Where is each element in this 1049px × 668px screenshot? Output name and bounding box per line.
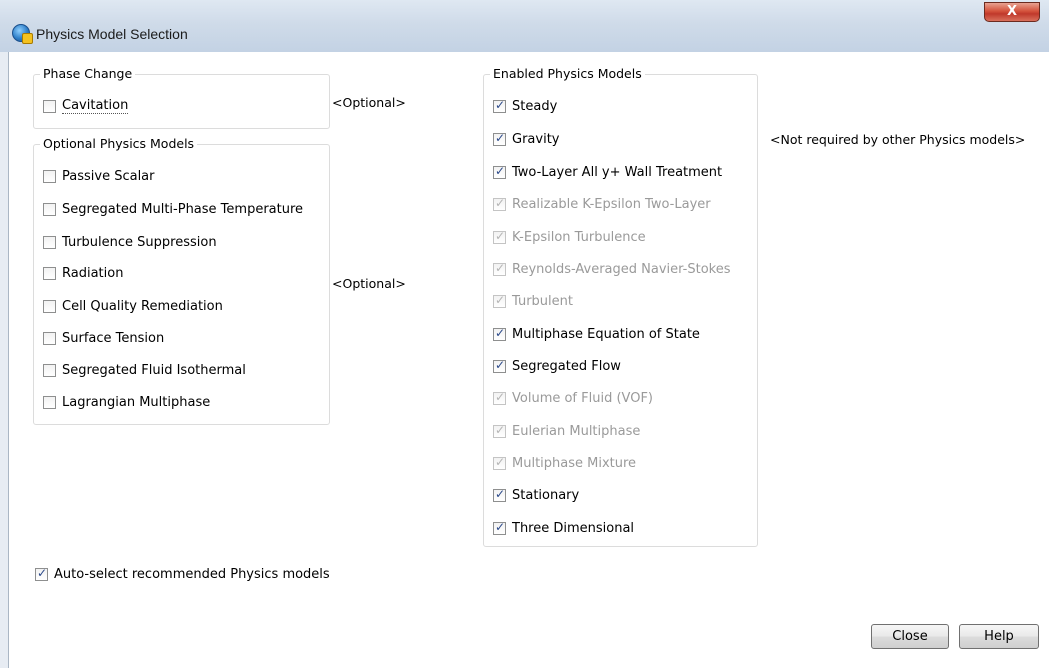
checkbox-k-epsilon-turbulence: K-Epsilon Turbulence <box>493 228 646 246</box>
checkbox-surface-tension[interactable]: Surface Tension <box>43 329 164 347</box>
checkbox-eulerian-multiphase: Eulerian Multiphase <box>493 422 640 440</box>
checkbox-label: Lagrangian Multiphase <box>62 394 211 410</box>
checkbox-box[interactable] <box>43 299 56 313</box>
checkbox-label: Realizable K-Epsilon Two-Layer <box>512 196 711 212</box>
checkbox-steady[interactable]: Steady <box>493 97 557 115</box>
checkbox-gravity[interactable]: Gravity <box>493 130 559 148</box>
checkbox-box[interactable] <box>43 235 56 249</box>
checkbox-segregated-fluid-isothermal[interactable]: Segregated Fluid Isothermal <box>43 361 246 379</box>
optional-models-note: <Optional> <box>332 276 406 291</box>
checkbox-box[interactable] <box>43 395 56 409</box>
phase-change-optional-note: <Optional> <box>332 95 406 110</box>
enabled-models-group: Enabled Physics Models Steady Gravity Tw… <box>483 67 758 547</box>
checkbox-box <box>493 293 506 308</box>
app-icon <box>12 24 33 44</box>
checkbox-label: Cavitation <box>62 98 129 114</box>
checkbox-stationary[interactable]: Stationary <box>493 486 579 504</box>
checkbox-auto-select[interactable]: Auto-select recommended Physics models <box>35 565 330 583</box>
help-button[interactable]: Help <box>959 624 1039 649</box>
window-title: Physics Model Selection <box>36 26 188 42</box>
checkbox-label: Turbulence Suppression <box>62 234 217 250</box>
checkbox-box[interactable] <box>493 164 506 179</box>
checkbox-box[interactable] <box>43 99 56 113</box>
checkbox-label: Radiation <box>62 265 124 281</box>
checkbox-multiphase-eos[interactable]: Multiphase Equation of State <box>493 325 700 343</box>
checkbox-label: Turbulent <box>512 293 573 309</box>
checkbox-label: Segregated Fluid Isothermal <box>62 362 246 378</box>
checkbox-multiphase-mixture: Multiphase Mixture <box>493 454 636 472</box>
checkbox-label: Three Dimensional <box>512 520 635 536</box>
title-bar[interactable]: Physics Model Selection X <box>0 0 1049 52</box>
phase-change-title: Phase Change <box>40 67 136 81</box>
checkbox-label: Reynolds-Averaged Navier-Stokes <box>512 261 731 277</box>
window-close-button[interactable]: X <box>984 2 1040 22</box>
checkbox-segregated-multiphase-temperature[interactable]: Segregated Multi-Phase Temperature <box>43 200 303 218</box>
checkbox-box[interactable] <box>43 331 56 345</box>
optional-models-group: Optional Physics Models Passive Scalar S… <box>33 137 330 425</box>
checkbox-box[interactable] <box>35 566 48 581</box>
checkbox-label: Segregated Flow <box>512 358 621 374</box>
gravity-note: <Not required by other Physics models> <box>770 132 1026 147</box>
checkbox-label: Two-Layer All y+ Wall Treatment <box>512 164 723 180</box>
checkbox-label: Steady <box>512 98 558 114</box>
checkbox-radiation[interactable]: Radiation <box>43 264 123 282</box>
checkbox-box <box>493 196 506 211</box>
checkbox-passive-scalar[interactable]: Passive Scalar <box>43 167 155 185</box>
checkbox-turbulent: Turbulent <box>493 292 573 310</box>
checkbox-label: Surface Tension <box>62 330 165 346</box>
checkbox-box <box>493 455 506 470</box>
phase-change-group: Phase Change Cavitation <box>33 67 330 129</box>
checkbox-box[interactable] <box>493 487 506 502</box>
close-button[interactable]: Close <box>871 624 949 649</box>
checkbox-two-layer-wall-treatment[interactable]: Two-Layer All y+ Wall Treatment <box>493 163 722 181</box>
checkbox-label: Auto-select recommended Physics models <box>54 566 330 582</box>
checkbox-vof: Volume of Fluid (VOF) <box>493 389 653 407</box>
checkbox-label: Passive Scalar <box>62 168 155 184</box>
checkbox-cell-quality-remediation[interactable]: Cell Quality Remediation <box>43 297 223 315</box>
checkbox-box[interactable] <box>43 266 56 280</box>
checkbox-label: Gravity <box>512 131 560 147</box>
checkbox-box <box>493 423 506 438</box>
checkbox-realizable-k-epsilon: Realizable K-Epsilon Two-Layer <box>493 195 711 213</box>
checkbox-label: Stationary <box>512 487 580 503</box>
checkbox-box[interactable] <box>493 98 506 113</box>
enabled-models-title: Enabled Physics Models <box>490 67 645 81</box>
checkbox-label: Multiphase Mixture <box>512 455 637 471</box>
checkbox-box[interactable] <box>493 520 506 535</box>
checkbox-cavitation[interactable]: Cavitation <box>43 97 129 115</box>
checkbox-box <box>493 390 506 405</box>
checkbox-box[interactable] <box>493 326 506 341</box>
checkbox-box[interactable] <box>43 202 56 216</box>
checkbox-label: Segregated Multi-Phase Temperature <box>62 201 304 217</box>
checkbox-box[interactable] <box>493 358 506 373</box>
checkbox-label: Volume of Fluid (VOF) <box>512 390 653 406</box>
checkbox-label: Eulerian Multiphase <box>512 423 641 439</box>
checkbox-box <box>493 229 506 244</box>
dialog-window: Physics Model Selection X Phase Change C… <box>0 0 1049 668</box>
checkbox-label: Cell Quality Remediation <box>62 298 223 314</box>
checkbox-lagrangian-multiphase[interactable]: Lagrangian Multiphase <box>43 393 210 411</box>
checkbox-box <box>493 261 506 276</box>
checkbox-label: K-Epsilon Turbulence <box>512 229 646 245</box>
checkbox-segregated-flow[interactable]: Segregated Flow <box>493 357 621 375</box>
checkbox-box[interactable] <box>493 131 506 146</box>
optional-models-title: Optional Physics Models <box>40 137 198 151</box>
checkbox-three-dimensional[interactable]: Three Dimensional <box>493 519 634 537</box>
checkbox-label: Multiphase Equation of State <box>512 326 700 342</box>
checkbox-rans: Reynolds-Averaged Navier-Stokes <box>493 260 730 278</box>
checkbox-turbulence-suppression[interactable]: Turbulence Suppression <box>43 233 217 251</box>
checkbox-box[interactable] <box>43 363 56 377</box>
dialog-client-area: Phase Change Cavitation <Optional> Optio… <box>8 52 1049 668</box>
checkbox-box[interactable] <box>43 169 56 183</box>
